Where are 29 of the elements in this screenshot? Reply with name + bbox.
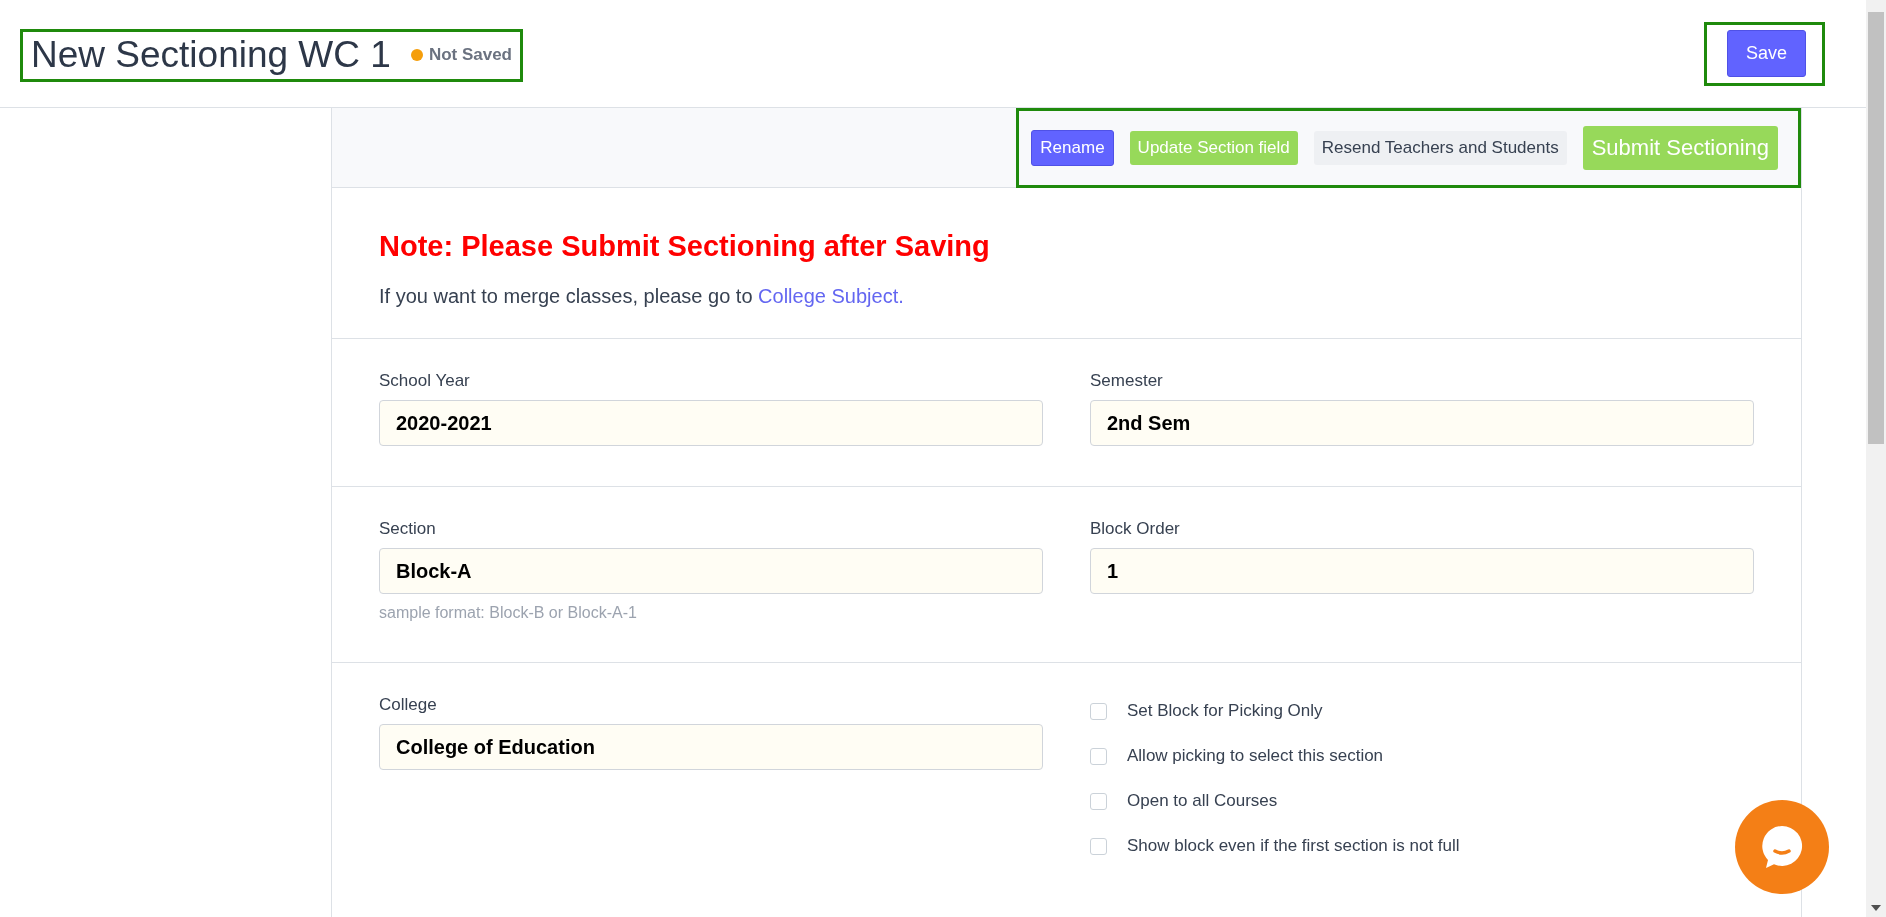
note-heading: Note: Please Submit Sectioning after Saving — [379, 230, 991, 263]
input-field[interactable]: 1 — [1090, 548, 1754, 594]
save-status: Not Saved — [428, 45, 512, 65]
field-label: Semester — [1090, 371, 1164, 391]
input-field[interactable]: 2nd Sem — [1090, 400, 1754, 446]
field-label: Section — [379, 519, 437, 539]
input-field[interactable]: College of Education — [379, 724, 1043, 770]
field-label: School Year — [379, 371, 471, 391]
toolbar-button[interactable]: Rename — [1031, 129, 1114, 166]
chat-bubble-icon — [1760, 824, 1804, 870]
input-field[interactable]: Block-A — [379, 548, 1043, 594]
checkbox-label: Show block even if the first section is not full — [1127, 836, 1460, 856]
checkbox[interactable] — [1090, 792, 1107, 810]
field-hint: sample format: Block-B or Block-A-1 — [379, 604, 638, 622]
checkbox[interactable] — [1090, 837, 1107, 855]
checkbox-label: Set Block for Picking Only — [1127, 701, 1323, 721]
college-subject-link[interactable]: College Subject. — [758, 285, 904, 307]
toolbar-button[interactable]: Resend Teachers and Students — [1313, 130, 1567, 165]
input-field[interactable]: 2020-2021 — [379, 400, 1043, 446]
field-label: Block Order — [1090, 519, 1181, 539]
checkbox[interactable] — [1090, 702, 1107, 720]
scroll-down-icon[interactable] — [1871, 905, 1881, 911]
checkbox-label: Open to all Courses — [1127, 791, 1278, 811]
save-button[interactable]: Save — [1726, 30, 1806, 77]
note-text: If you want to merge classes, please go to College Subject. — [379, 285, 905, 308]
checkbox[interactable] — [1090, 747, 1107, 765]
page-title: New Sectioning WC 1 — [31, 34, 391, 76]
checkbox-label: Allow picking to select this section — [1127, 746, 1384, 766]
field-label: College — [379, 695, 438, 715]
